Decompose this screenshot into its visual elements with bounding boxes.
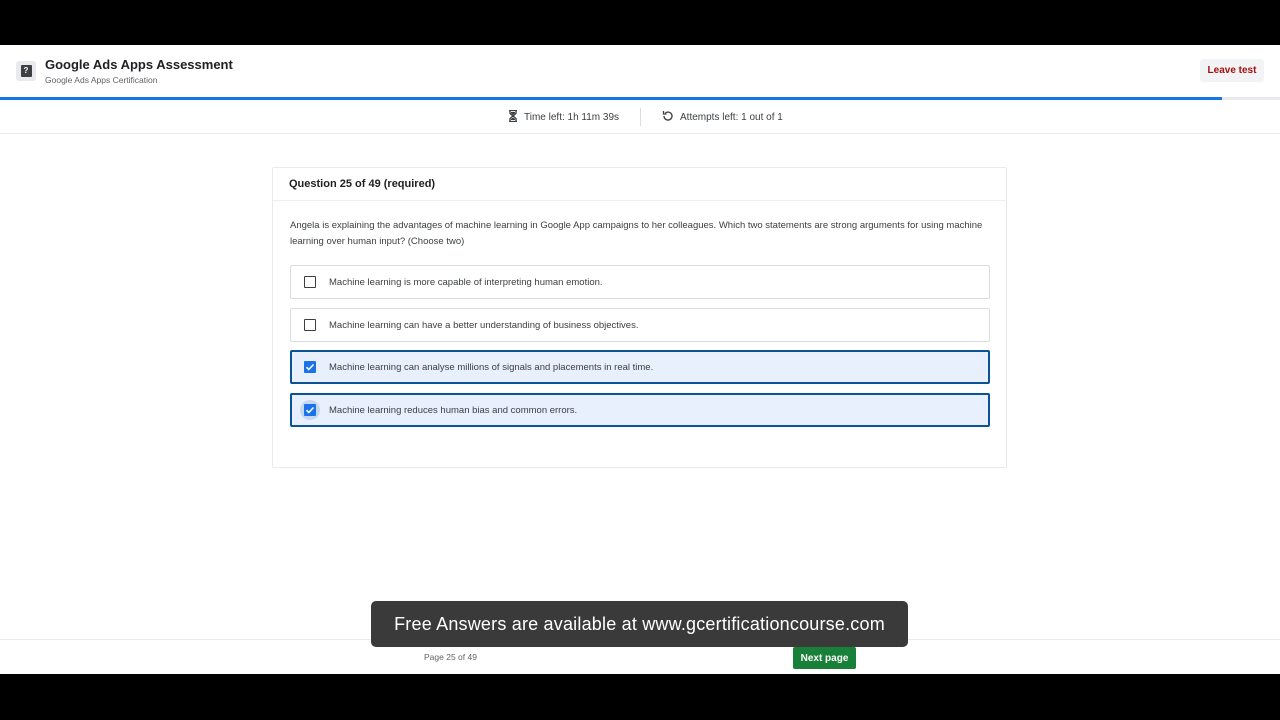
promo-banner: Free Answers are available at www.gcerti… xyxy=(371,601,908,647)
answer-checkbox[interactable] xyxy=(304,361,316,373)
next-page-button[interactable]: Next page xyxy=(793,647,856,669)
answer-checkbox[interactable] xyxy=(304,319,316,331)
time-left: Time left: 1h 11m 39s xyxy=(508,109,620,125)
answer-option[interactable]: Machine learning can have a better under… xyxy=(290,308,990,342)
answer-checkbox[interactable] xyxy=(304,404,316,416)
answer-option[interactable]: Machine learning is more capable of inte… xyxy=(290,265,990,299)
page-title: Google Ads Apps Assessment xyxy=(45,57,233,72)
time-left-label: Time left: 1h 11m 39s xyxy=(524,112,620,123)
page-indicator: Page 25 of 49 xyxy=(424,652,477,662)
checkbox-container xyxy=(300,272,320,292)
answer-option[interactable]: Machine learning reduces human bias and … xyxy=(290,393,990,427)
answer-label: Machine learning can analyse millions of… xyxy=(329,361,654,373)
answer-label: Machine learning can have a better under… xyxy=(329,319,639,331)
checkbox-container xyxy=(300,357,320,377)
assessment-icon: ? xyxy=(16,61,36,81)
question-card: Question 25 of 49 (required) Angela is e… xyxy=(272,167,1007,468)
answer-label: Machine learning reduces human bias and … xyxy=(329,404,578,416)
answer-checkbox[interactable] xyxy=(304,276,316,288)
checkbox-container xyxy=(300,400,320,420)
answer-label: Machine learning is more capable of inte… xyxy=(329,276,603,288)
hourglass-icon xyxy=(508,109,518,125)
attempts-left: Attempts left: 1 out of 1 xyxy=(662,110,783,125)
leave-test-button[interactable]: Leave test xyxy=(1200,59,1264,82)
page-subtitle: Google Ads Apps Certification xyxy=(45,75,158,85)
attempts-left-label: Attempts left: 1 out of 1 xyxy=(680,112,783,123)
check-icon xyxy=(305,406,315,414)
checkbox-container xyxy=(300,315,320,335)
question-heading: Question 25 of 49 (required) xyxy=(273,168,1006,201)
question-text: Angela is explaining the advantages of m… xyxy=(290,220,983,247)
check-icon xyxy=(305,363,315,371)
app-window: ? Google Ads Apps Assessment Google Ads … xyxy=(0,45,1280,674)
answer-option[interactable]: Machine learning can analyse millions of… xyxy=(290,350,990,384)
retry-icon xyxy=(662,110,674,125)
divider xyxy=(640,108,641,126)
top-bar: ? Google Ads Apps Assessment Google Ads … xyxy=(0,45,1280,97)
test-info-bar: Time left: 1h 11m 39s Attempts left: 1 o… xyxy=(0,100,1280,134)
